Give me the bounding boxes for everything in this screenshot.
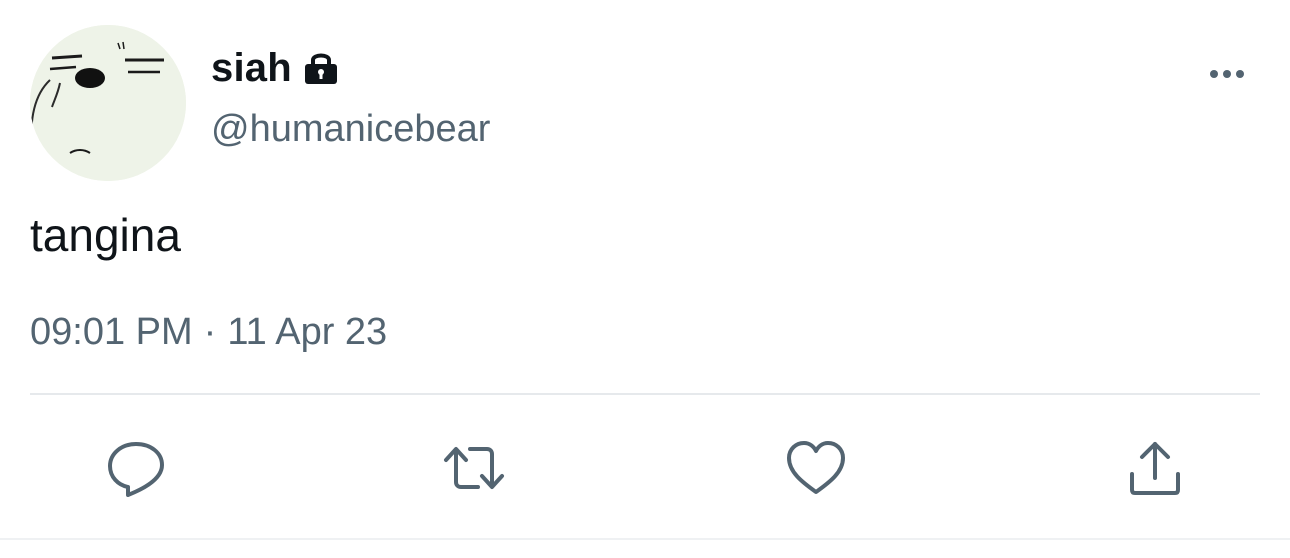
avatar[interactable] <box>30 25 186 181</box>
tweet-date: 11 Apr 23 <box>227 311 388 353</box>
timestamp-separator: · <box>203 311 217 353</box>
heart-icon <box>787 441 845 494</box>
display-name[interactable]: siah <box>211 46 292 91</box>
like-button[interactable] <box>784 436 848 500</box>
tweet-text: tangina <box>30 209 181 261</box>
reply-button[interactable] <box>104 436 168 500</box>
retweet-icon <box>444 447 504 489</box>
share-icon <box>1130 442 1180 495</box>
share-button[interactable] <box>1123 436 1187 500</box>
user-handle[interactable]: @humanicebear <box>211 108 490 151</box>
tweet-card: siah @humanicebear tangina 09:01 PM · 11… <box>0 0 1290 558</box>
bear-face-icon <box>30 25 186 181</box>
bottom-divider <box>0 538 1290 540</box>
name-row: siah <box>211 40 341 96</box>
timestamp[interactable]: 09:01 PM · 11 Apr 23 <box>30 311 387 354</box>
more-options-icon[interactable] <box>1205 58 1249 90</box>
divider <box>30 393 1260 395</box>
retweet-button[interactable] <box>442 436 506 500</box>
lock-icon <box>301 48 341 88</box>
tweet-time: 09:01 PM <box>30 311 193 353</box>
reply-icon <box>108 442 164 497</box>
